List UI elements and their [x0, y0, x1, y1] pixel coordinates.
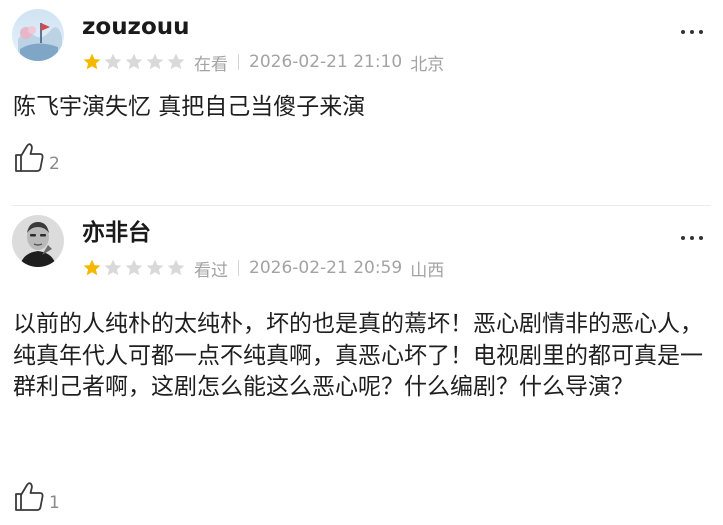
thumbs-up-icon: [15, 482, 44, 511]
more-dots-icon[interactable]: [677, 26, 707, 38]
review-text: 以前的人纯朴的太纯朴，坏的也是真的蔫坏！恶心剧情非的恶心人，纯真年代人可都一点不…: [13, 311, 703, 400]
location: 北京: [410, 54, 445, 75]
star-rating: [82, 258, 186, 278]
review-card: 亦非台 看过 2026-02-21 20:59 山西 以前的人纯朴的太纯朴，坏的…: [0, 206, 723, 525]
review-feed: zouzouu 在看 2026-02-21 21:10 北京 陈飞宇演失忆 真把…: [0, 0, 723, 525]
watch-status: 在看: [194, 54, 228, 75]
timestamp: 2026-02-21 20:59: [249, 258, 403, 278]
meta-divider: [238, 54, 239, 70]
meta-divider: [238, 260, 239, 276]
review-card: zouzouu 在看 2026-02-21 21:10 北京 陈飞宇演失忆 真把…: [0, 0, 723, 205]
like-button[interactable]: 2: [13, 141, 60, 174]
thumbs-up-icon: [15, 143, 44, 172]
like-button[interactable]: 1: [13, 480, 60, 513]
review-meta: 看过 2026-02-21 20:59 山西: [82, 256, 445, 281]
watch-status: 看过: [194, 260, 228, 281]
star-empty-icon: [125, 53, 143, 70]
like-count: 2: [49, 154, 60, 174]
like-count: 1: [49, 493, 60, 513]
star-empty-icon: [104, 259, 122, 276]
more-dots-icon[interactable]: [677, 232, 707, 244]
star-filled-icon: [83, 53, 101, 70]
location: 山西: [410, 260, 445, 281]
star-rating: [82, 52, 186, 72]
avatar[interactable]: [12, 215, 64, 267]
star-empty-icon: [125, 259, 143, 276]
username[interactable]: 亦非台: [82, 218, 151, 248]
star-empty-icon: [104, 53, 122, 70]
star-empty-icon: [146, 53, 164, 70]
review-meta: 在看 2026-02-21 21:10 北京: [82, 50, 445, 75]
review-text: 陈飞宇演失忆 真把自己当傻子来演: [13, 94, 366, 120]
star-empty-icon: [167, 259, 185, 276]
username[interactable]: zouzouu: [82, 12, 190, 42]
star-empty-icon: [167, 53, 185, 70]
star-empty-icon: [146, 259, 164, 276]
avatar[interactable]: [12, 9, 64, 61]
star-filled-icon: [83, 259, 101, 276]
timestamp: 2026-02-21 21:10: [249, 52, 403, 72]
